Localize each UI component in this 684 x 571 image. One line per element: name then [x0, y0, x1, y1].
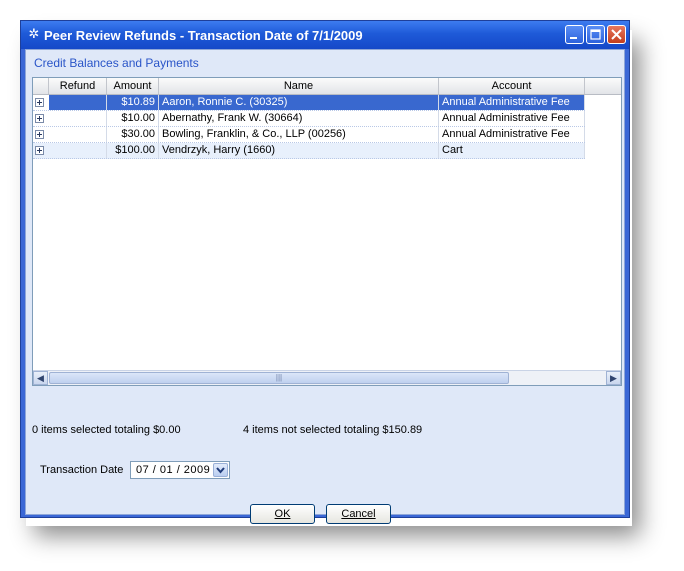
refund-cell[interactable]: [49, 95, 107, 110]
ok-button[interactable]: OK: [250, 504, 315, 524]
transaction-date-picker[interactable]: 07 / 01 / 2009: [130, 461, 230, 479]
dialog-window: ✲ Peer Review Refunds - Transaction Date…: [20, 20, 630, 524]
amount-cell: $100.00: [107, 143, 159, 158]
table-row[interactable]: $30.00 Bowling, Franklin, & Co., LLP (00…: [33, 127, 585, 143]
cancel-button-label: Cancel: [341, 508, 376, 520]
not-selected-summary: 4 items not selected totaling $150.89: [243, 424, 423, 436]
header-refund[interactable]: Refund: [49, 78, 107, 94]
window-title: Peer Review Refunds - Transaction Date o…: [44, 28, 363, 43]
header-expander-spacer: [33, 78, 49, 94]
table-row[interactable]: $10.89 Aaron, Ronnie C. (30325) Annual A…: [33, 95, 585, 111]
title-bar[interactable]: ✲ Peer Review Refunds - Transaction Date…: [21, 21, 629, 49]
account-cell: Cart: [439, 143, 585, 158]
maximize-button[interactable]: [586, 25, 605, 44]
name-cell: Abernathy, Frank W. (30664): [159, 111, 439, 126]
name-cell: Aaron, Ronnie C. (30325): [159, 95, 439, 110]
account-cell: Annual Administrative Fee: [439, 95, 585, 110]
transaction-date-value[interactable]: 07 / 01 / 2009: [136, 464, 210, 476]
expand-plus-icon[interactable]: [35, 130, 44, 139]
scroll-left-icon[interactable]: ◀: [33, 371, 48, 385]
refund-cell[interactable]: [49, 143, 107, 158]
close-button[interactable]: [607, 25, 626, 44]
amount-cell: $10.00: [107, 111, 159, 126]
refund-cell[interactable]: [49, 127, 107, 142]
credit-balances-grid[interactable]: Refund Amount Name Account $10.89 Aaron,…: [32, 77, 622, 386]
grid-header: Refund Amount Name Account: [33, 78, 621, 95]
table-row[interactable]: $100.00 Vendrzyk, Harry (1660) Cart: [33, 143, 585, 159]
chevron-down-icon: [216, 467, 225, 474]
close-icon: [611, 29, 622, 40]
account-cell: Annual Administrative Fee: [439, 111, 585, 126]
minimize-icon: [570, 37, 577, 39]
scroll-thumb[interactable]: |||: [49, 372, 509, 384]
app-gear-icon: ✲: [28, 26, 40, 41]
name-cell: Bowling, Franklin, & Co., LLP (00256): [159, 127, 439, 142]
horizontal-scrollbar[interactable]: ◀ ||| ▶: [33, 370, 621, 385]
date-dropdown-button[interactable]: [213, 463, 228, 477]
amount-cell: $30.00: [107, 127, 159, 142]
amount-cell: $10.89: [107, 95, 159, 110]
scroll-right-icon[interactable]: ▶: [606, 371, 621, 385]
account-cell: Annual Administrative Fee: [439, 127, 585, 142]
ok-button-label: OK: [274, 508, 291, 520]
header-amount[interactable]: Amount: [107, 78, 159, 94]
selected-summary: 0 items selected totaling $0.00: [32, 424, 181, 436]
table-row[interactable]: $10.00 Abernathy, Frank W. (30664) Annua…: [33, 111, 585, 127]
cancel-button[interactable]: Cancel: [326, 504, 391, 524]
transaction-date-label: Transaction Date: [40, 464, 124, 476]
expand-plus-icon[interactable]: [35, 114, 44, 123]
expand-plus-icon[interactable]: [35, 146, 44, 155]
name-cell: Vendrzyk, Harry (1660): [159, 143, 439, 158]
expand-plus-icon[interactable]: [35, 98, 44, 107]
header-account[interactable]: Account: [439, 78, 585, 94]
dialog-body: Credit Balances and Payments Refund Amou…: [25, 49, 625, 524]
minimize-button[interactable]: [565, 25, 584, 44]
group-title: Credit Balances and Payments: [34, 56, 199, 70]
maximize-icon: [590, 29, 601, 40]
refund-cell[interactable]: [49, 111, 107, 126]
header-name[interactable]: Name: [159, 78, 439, 94]
